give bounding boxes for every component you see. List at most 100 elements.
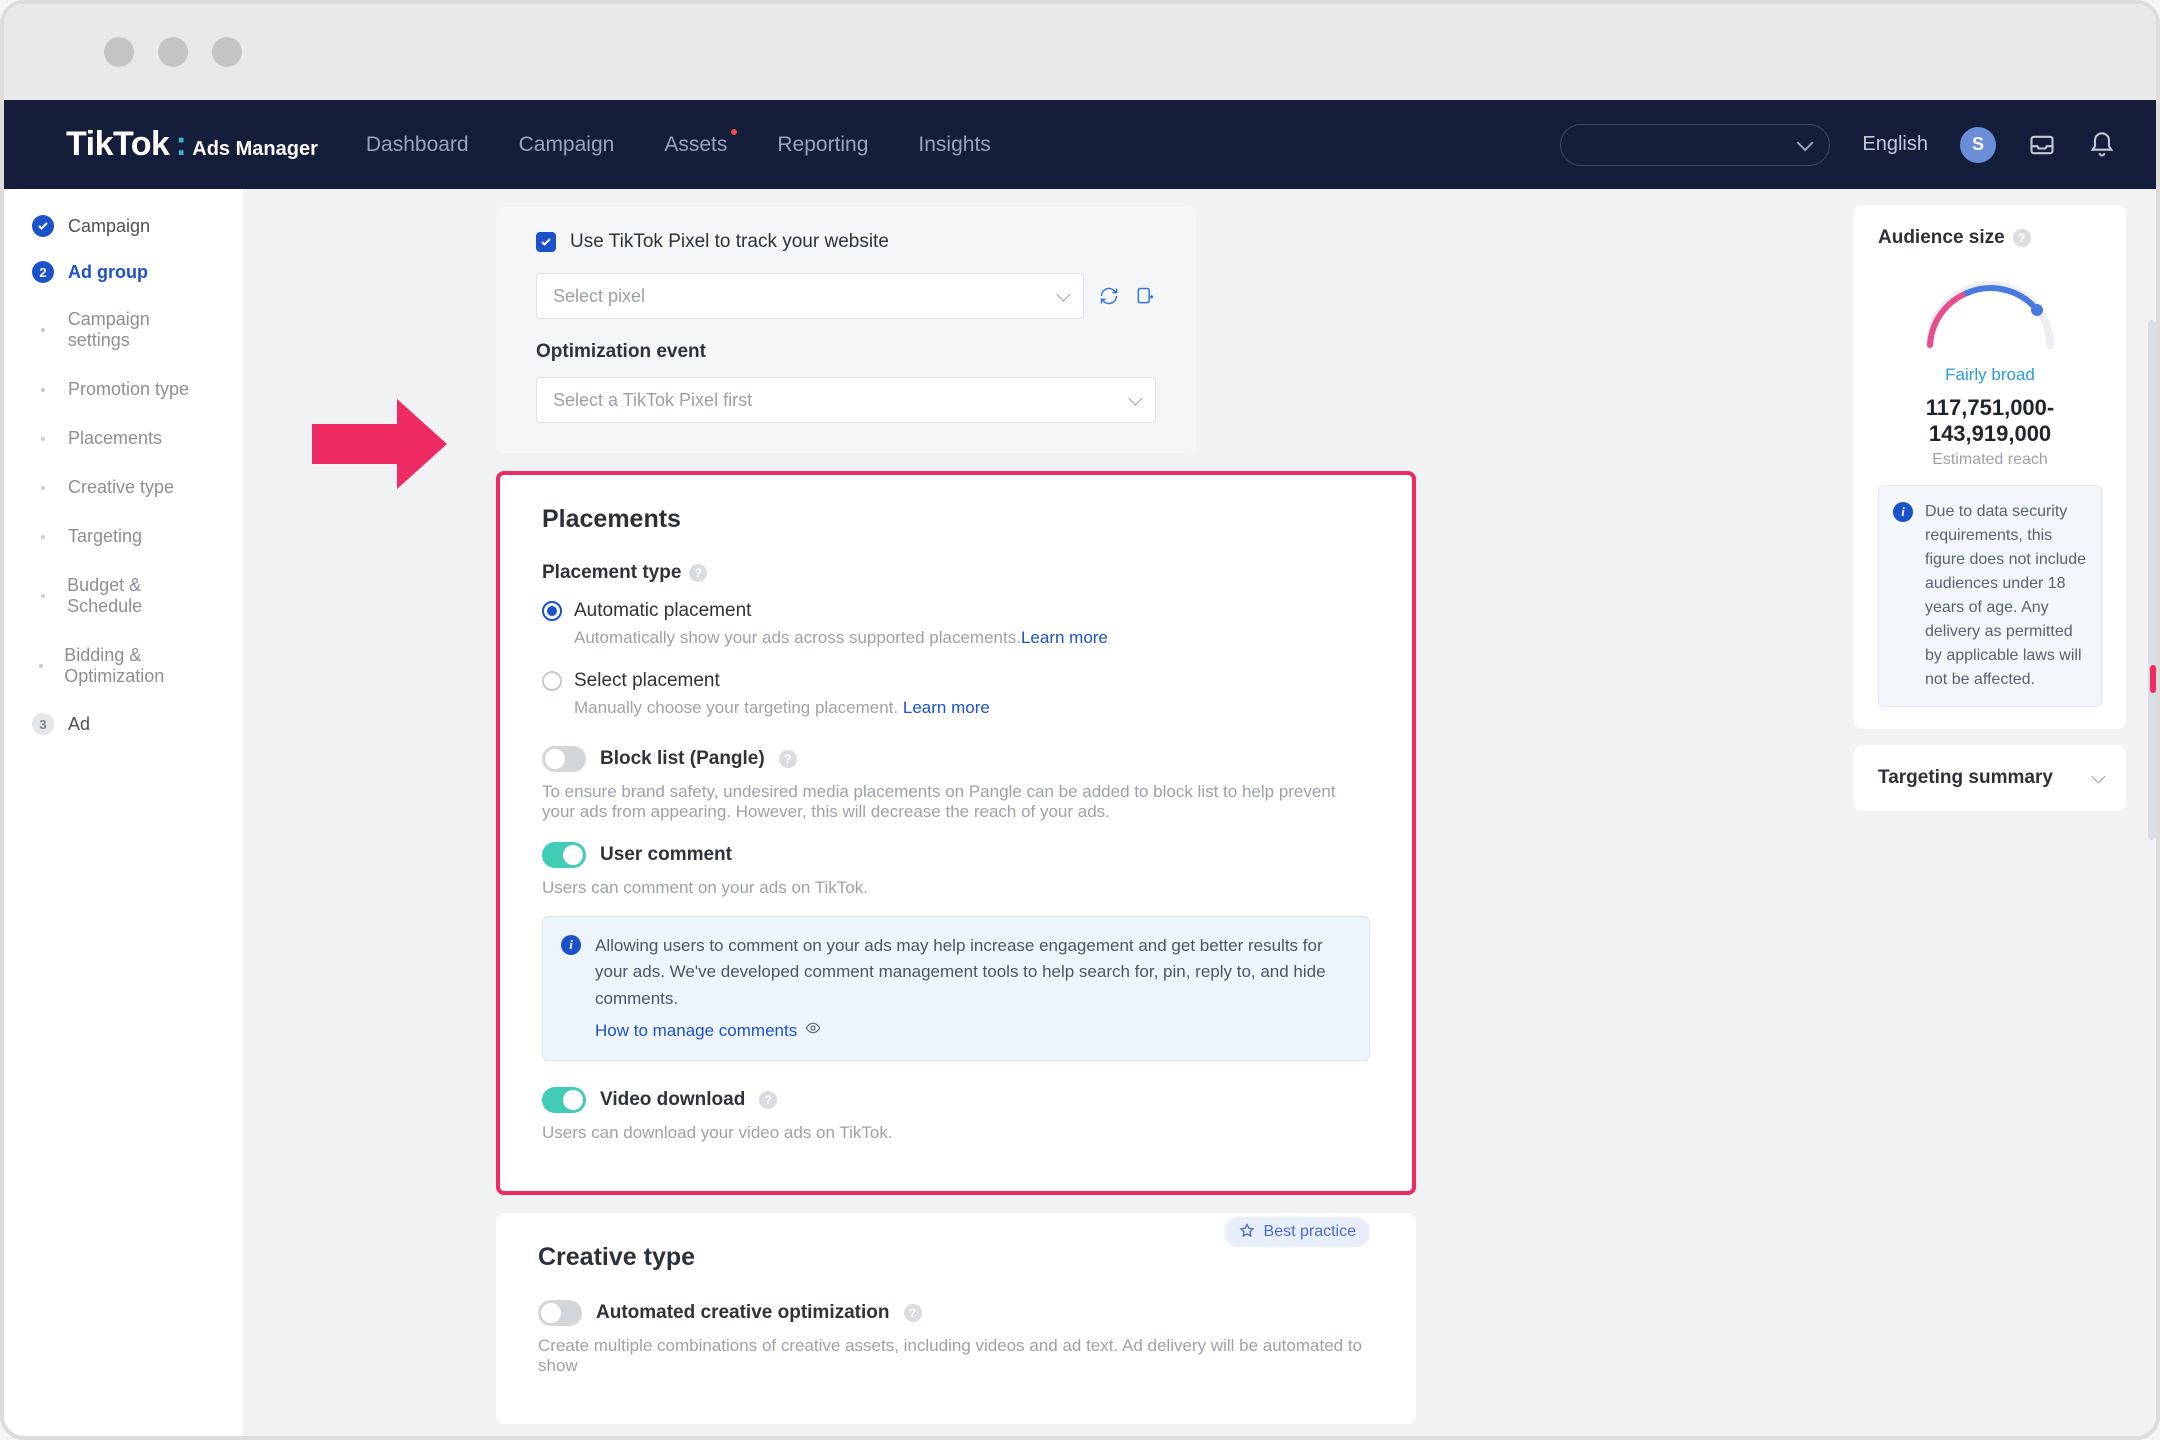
select-help: Manually choose your targeting placement… — [574, 698, 1370, 718]
arrow-annotation-icon — [302, 389, 452, 504]
step-number: 3 — [32, 713, 54, 735]
placements-card: Placements Placement type ? Automatic pl… — [496, 471, 1416, 1195]
scrollbar-marker-icon — [2150, 665, 2156, 693]
toggle-automated-creative: Automated creative optimization ? — [538, 1300, 1374, 1326]
refresh-icon[interactable] — [1098, 285, 1120, 307]
step-campaign[interactable]: Campaign — [24, 203, 223, 249]
help-icon[interactable]: ? — [2013, 229, 2031, 247]
bullet-icon — [32, 437, 54, 441]
step-number: 2 — [32, 261, 54, 283]
placement-type-label: Placement type ? — [542, 562, 1370, 584]
scrollbar[interactable] — [2148, 320, 2156, 840]
user-comment-desc: Users can comment on your ads on TikTok. — [542, 878, 1370, 898]
checkbox-checked-icon — [536, 232, 556, 252]
sidebar-item-targeting[interactable]: Targeting — [24, 512, 223, 561]
account-dropdown[interactable] — [1560, 124, 1830, 166]
step-label: Ad group — [68, 262, 148, 283]
add-pixel-icon[interactable] — [1134, 285, 1156, 307]
sidebar-item-campaign-settings[interactable]: Campaign settings — [24, 295, 223, 365]
chevron-down-icon — [2091, 770, 2105, 784]
topbar-right: English S — [1560, 124, 2116, 166]
help-icon[interactable]: ? — [759, 1091, 777, 1109]
check-icon — [32, 215, 54, 237]
chevron-down-icon — [1797, 134, 1814, 151]
radio-select-placement[interactable]: Select placement Manually choose your ta… — [542, 670, 1370, 718]
inbox-icon[interactable] — [2028, 131, 2056, 159]
radio-unchecked-icon — [542, 671, 562, 691]
bullet-icon — [32, 388, 54, 392]
brand-sub: Ads Manager — [192, 138, 318, 161]
app-root: TikTok: Ads Manager Dashboard Campaign A… — [4, 100, 2156, 1436]
avatar[interactable]: S — [1960, 127, 1996, 163]
help-icon[interactable]: ? — [779, 750, 797, 768]
best-practice-badge: Best practice — [1224, 1217, 1370, 1247]
toggle-on[interactable] — [542, 1087, 586, 1113]
auto-creative-desc: Create multiple combinations of creative… — [538, 1336, 1374, 1376]
bullet-icon — [32, 535, 54, 539]
radio-automatic-placement[interactable]: Automatic placement Automatically show y… — [542, 600, 1370, 648]
targeting-summary-title: Targeting summary — [1878, 767, 2053, 789]
bullet-icon — [32, 664, 50, 668]
sidebar: Campaign 2 Ad group Campaign settings Pr… — [4, 189, 244, 1436]
learn-more-link[interactable]: Learn more — [1021, 628, 1108, 647]
bell-icon[interactable] — [2088, 131, 2116, 159]
nav-reporting[interactable]: Reporting — [777, 133, 868, 157]
window-titlebar — [4, 4, 2156, 100]
targeting-summary-card[interactable]: Targeting summary — [1854, 745, 2126, 811]
select-pixel[interactable]: Select pixel — [536, 273, 1084, 319]
reach-sublabel: Estimated reach — [1878, 451, 2102, 469]
step-ad[interactable]: 3 Ad — [24, 701, 223, 747]
video-download-desc: Users can download your video ads on Tik… — [542, 1123, 1370, 1143]
toggle-off[interactable] — [542, 746, 586, 772]
gauge-label: Fairly broad — [1878, 365, 2102, 385]
reach-number: 117,751,000-143,919,000 — [1878, 395, 2102, 447]
sidebar-item-promotion-type[interactable]: Promotion type — [24, 365, 223, 414]
brand: TikTok: Ads Manager — [66, 125, 318, 164]
placements-title: Placements — [542, 505, 1370, 534]
step-label: Ad — [68, 714, 90, 735]
brand-sep: : — [175, 125, 186, 164]
help-icon[interactable]: ? — [904, 1304, 922, 1322]
step-adgroup[interactable]: 2 Ad group — [24, 249, 223, 295]
user-comment-info: i Allowing users to comment on your ads … — [542, 916, 1370, 1061]
sidebar-item-bidding-optimization[interactable]: Bidding & Optimization — [24, 631, 223, 701]
nav-assets[interactable]: Assets — [664, 133, 727, 157]
bullet-icon — [32, 486, 54, 490]
brand-name: TikTok — [66, 125, 169, 164]
audience-note: i Due to data security requirements, thi… — [1878, 485, 2102, 707]
auto-help: Automatically show your ads across suppo… — [574, 628, 1370, 648]
body: Campaign 2 Ad group Campaign settings Pr… — [4, 189, 2156, 1436]
window-zoom[interactable] — [212, 37, 242, 67]
language-selector[interactable]: English — [1862, 133, 1928, 156]
window-close[interactable] — [104, 37, 134, 67]
chevron-down-icon — [1056, 288, 1070, 302]
nav-dashboard[interactable]: Dashboard — [366, 133, 469, 157]
sidebar-item-creative-type[interactable]: Creative type — [24, 463, 223, 512]
gauge-icon — [1878, 269, 2102, 355]
bullet-icon — [32, 594, 53, 598]
eye-icon — [805, 1018, 821, 1044]
checkbox-pixel[interactable]: Use TikTok Pixel to track your website — [536, 231, 1156, 253]
toggle-user-comment: User comment — [542, 842, 1370, 868]
block-list-desc: To ensure brand safety, undesired media … — [542, 782, 1370, 822]
select-optimization-event[interactable]: Select a TikTok Pixel first — [536, 377, 1156, 423]
nav-campaign[interactable]: Campaign — [519, 133, 615, 157]
help-icon[interactable]: ? — [689, 564, 707, 582]
step-label: Campaign — [68, 216, 150, 237]
window-minimize[interactable] — [158, 37, 188, 67]
toggle-off[interactable] — [538, 1300, 582, 1326]
creative-title: Creative type — [538, 1243, 1374, 1272]
notification-dot-icon — [731, 129, 737, 135]
right-panel: Audience size ? Fairly broad 117,751,000… — [1854, 189, 2156, 1436]
nav-insights[interactable]: Insights — [918, 133, 990, 157]
browser-frame: TikTok: Ads Manager Dashboard Campaign A… — [0, 0, 2160, 1440]
sidebar-item-placements[interactable]: Placements — [24, 414, 223, 463]
sidebar-item-budget-schedule[interactable]: Budget & Schedule — [24, 561, 223, 631]
creative-type-card: Best practice Creative type Automated cr… — [496, 1213, 1416, 1424]
manage-comments-link[interactable]: How to manage comments — [595, 1018, 797, 1044]
learn-more-link[interactable]: Learn more — [903, 698, 990, 717]
toggle-on[interactable] — [542, 842, 586, 868]
info-icon: i — [1893, 502, 1913, 522]
primary-nav: Dashboard Campaign Assets Reporting Insi… — [366, 133, 991, 157]
topbar: TikTok: Ads Manager Dashboard Campaign A… — [4, 100, 2156, 189]
